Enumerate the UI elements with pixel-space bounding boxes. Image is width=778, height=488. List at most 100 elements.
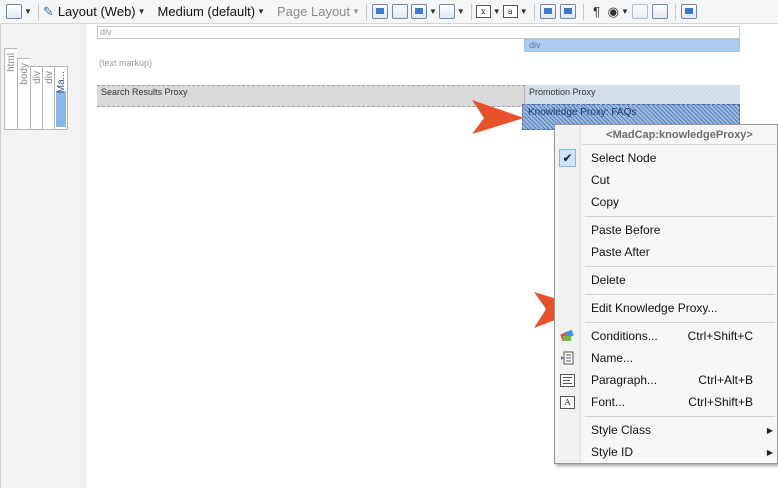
paragraph-icon: [560, 373, 575, 387]
menu-item-paste-before[interactable]: Paste Before: [555, 219, 777, 241]
menu-shortcut: Ctrl+Shift+B: [688, 395, 753, 409]
font-icon: A: [560, 395, 575, 409]
menu-item-edit-knowledge-proxy[interactable]: Edit Knowledge Proxy...: [555, 297, 777, 319]
show-tags-button[interactable]: ¶: [588, 3, 606, 21]
menu-item-copy[interactable]: Copy: [555, 191, 777, 213]
multimedia-icon: [410, 4, 427, 19]
menu-label: Font...: [591, 395, 626, 409]
menu-label: Style Class: [591, 423, 652, 437]
structure-bar-div[interactable]: div: [30, 66, 43, 130]
chevron-down-icon: ▼: [620, 7, 629, 16]
insert-image-button[interactable]: [391, 3, 409, 21]
submenu-arrow-icon: ▶: [766, 425, 773, 435]
structure-label-madcap: Ma...: [56, 71, 67, 94]
menu-item-style-id[interactable]: Style ID ▶: [555, 441, 777, 463]
concept-icon: [559, 4, 576, 19]
chevron-down-icon: ▼: [456, 7, 465, 16]
toolbar-divider: [582, 3, 584, 20]
preview-icon: [6, 4, 22, 19]
chevron-down-icon: ▼: [137, 7, 146, 16]
layout-label: Layout (Web): [57, 4, 136, 19]
index-icon: [539, 4, 556, 19]
menu-separator: [585, 216, 775, 217]
chevron-down-icon: ▼: [352, 7, 360, 16]
insert-variable-button[interactable]: x ▼: [475, 3, 501, 21]
menu-label: Select Node: [591, 151, 657, 165]
context-menu: <MadCap:knowledgeProxy> ✔ Select Node Cu…: [554, 124, 778, 464]
menu-item-paragraph[interactable]: Paragraph... Ctrl+Alt+B: [555, 369, 777, 391]
div-block-selected[interactable]: div: [524, 39, 740, 52]
layout-icon: ✎: [42, 3, 54, 19]
copy-format-button[interactable]: [631, 3, 649, 21]
menu-shortcut: Ctrl+Shift+C: [687, 329, 753, 343]
div-label: div: [100, 27, 112, 37]
menu-label: Name...: [591, 351, 634, 365]
structure-label-body: body: [19, 63, 30, 85]
link-icon: [438, 4, 455, 19]
chevron-down-icon: ▼: [257, 7, 266, 16]
page-layout-label: Page Layout: [277, 4, 351, 19]
menu-label: Copy: [591, 195, 620, 209]
insert-multimedia-button[interactable]: ▼: [410, 3, 437, 21]
menu-shortcut: Ctrl+Alt+B: [698, 373, 753, 387]
toolbar-divider: [365, 3, 367, 20]
structure-bar-html[interactable]: html: [4, 48, 17, 130]
chevron-down-icon: ▼: [492, 7, 501, 16]
toolbar-divider: [674, 3, 676, 20]
menu-item-style-class[interactable]: Style Class ▶: [555, 419, 777, 441]
checkmark-icon: ✔: [559, 149, 576, 167]
index-button[interactable]: [539, 3, 557, 21]
menu-separator: [585, 416, 775, 417]
view-button[interactable]: [680, 3, 698, 21]
medium-dropdown[interactable]: Medium (default) ▼: [154, 3, 265, 21]
view-icon: [680, 4, 697, 19]
table-icon: [371, 4, 388, 19]
menu-item-delete[interactable]: Delete: [555, 269, 777, 291]
menu-separator: [585, 322, 775, 323]
insert-snippet-button[interactable]: a ▼: [502, 3, 528, 21]
insert-table-button[interactable]: [371, 3, 389, 21]
show-markers-button[interactable]: ◉ ▼: [608, 3, 629, 21]
layout-dropdown[interactable]: ✎ Layout (Web) ▼: [43, 3, 146, 21]
paste-icon: [651, 4, 668, 19]
menu-separator: [585, 266, 775, 267]
div-block[interactable]: div: [97, 26, 740, 39]
structure-bar-body[interactable]: body: [17, 58, 30, 130]
menu-label: Conditions...: [591, 329, 658, 343]
structure-bar-madcap[interactable]: Ma...: [54, 66, 68, 130]
search-results-proxy-label: Search Results Proxy: [101, 87, 188, 97]
callout-arrow-icon: [472, 100, 524, 134]
menu-item-name[interactable]: Name...: [555, 347, 777, 369]
menu-label: Paragraph...: [591, 373, 658, 387]
promotion-proxy-label: Promotion Proxy: [529, 87, 596, 97]
chevron-down-icon: ▼: [428, 7, 437, 16]
text-markup: (text markup): [99, 58, 153, 68]
menu-label: Paste Before: [591, 223, 661, 237]
insert-link-button[interactable]: ▼: [438, 3, 465, 21]
name-icon: [561, 351, 574, 365]
structure-bar-div-2[interactable]: div: [42, 66, 55, 130]
preview-button[interactable]: ▼: [6, 3, 32, 21]
menu-item-paste-after[interactable]: Paste After: [555, 241, 777, 263]
medium-label: Medium (default): [157, 4, 256, 19]
page-layout-dropdown[interactable]: Page Layout ▼: [273, 3, 360, 21]
menu-separator: [585, 294, 775, 295]
toolbar-divider: [470, 3, 472, 20]
structure-label-html: html: [6, 53, 17, 72]
paste-format-button[interactable]: [651, 3, 669, 21]
variable-icon: x: [475, 5, 491, 18]
menu-item-conditions[interactable]: Conditions... Ctrl+Shift+C: [555, 325, 777, 347]
menu-item-cut[interactable]: Cut: [555, 169, 777, 191]
menu-label: Edit Knowledge Proxy...: [591, 301, 718, 315]
conditions-icon: [560, 329, 574, 342]
menu-label: Paste After: [591, 245, 650, 259]
concept-button[interactable]: [559, 3, 577, 21]
pilcrow-icon: ¶: [593, 4, 601, 19]
submenu-arrow-icon: ▶: [766, 447, 773, 457]
toolbar-divider: [37, 3, 39, 20]
knowledge-proxy-label: Knowledge Proxy: FAQs: [528, 107, 637, 118]
eye-icon: ◉: [607, 3, 619, 19]
image-icon: [391, 4, 408, 19]
menu-item-font[interactable]: A Font... Ctrl+Shift+B: [555, 391, 777, 413]
menu-item-select-node[interactable]: ✔ Select Node: [555, 147, 777, 169]
